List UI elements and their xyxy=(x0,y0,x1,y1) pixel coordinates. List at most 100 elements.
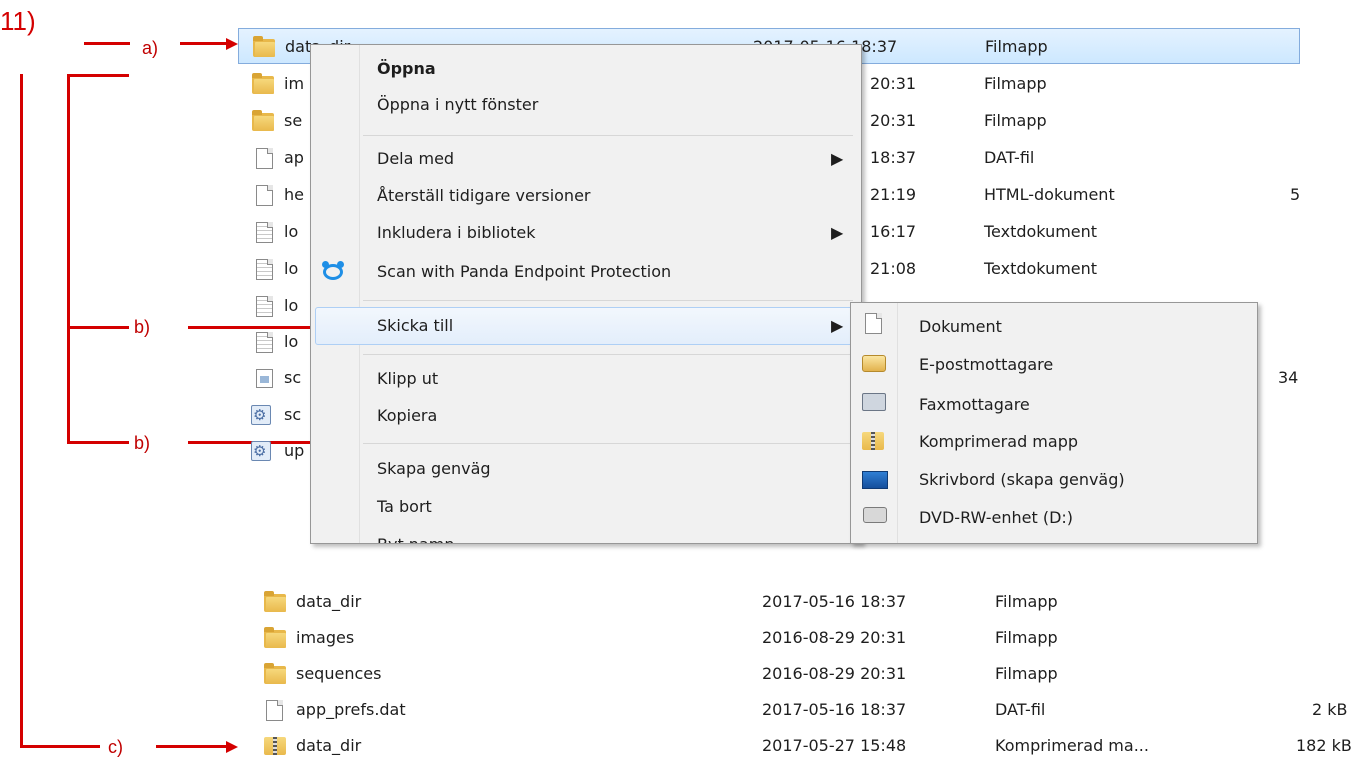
file-name: im xyxy=(284,74,305,93)
folder-icon xyxy=(264,591,286,612)
annotation-line xyxy=(84,42,130,45)
menu-item-open-new-window[interactable]: Öppna i nytt fönster xyxy=(377,87,538,123)
file-name: up xyxy=(284,441,305,460)
file-date: 2017-05-16 18:37 xyxy=(762,592,907,611)
annotation-label-b: b) xyxy=(134,433,151,453)
arrowhead xyxy=(226,741,238,753)
file-icon xyxy=(256,148,273,169)
file-type: Filmapp xyxy=(984,111,1047,130)
send-to-documents[interactable]: Dokument xyxy=(919,309,1002,345)
annotation-label-b: b) xyxy=(134,317,151,337)
file-name: ap xyxy=(284,148,304,167)
file-name: he xyxy=(284,185,304,204)
text-file-icon xyxy=(256,222,273,243)
menu-item-rename[interactable]: Byt namn xyxy=(377,527,454,543)
image-file-icon xyxy=(256,369,273,388)
documents-icon xyxy=(865,313,882,334)
file-size: 34 xyxy=(1278,368,1299,387)
file-name: se xyxy=(284,111,303,130)
file-date: 18:37 xyxy=(870,148,917,167)
menu-item-copy[interactable]: Kopiera xyxy=(377,398,437,434)
panda-icon xyxy=(322,261,344,280)
arrowhead xyxy=(226,38,238,50)
file-type: HTML-dokument xyxy=(984,185,1115,204)
file-name: app_prefs.dat xyxy=(296,700,406,719)
file-type: DAT-fil xyxy=(995,700,1046,719)
send-to-fax-recipient[interactable]: Faxmottagare xyxy=(919,387,1030,423)
desktop-icon xyxy=(862,471,888,489)
folder-icon xyxy=(264,663,286,684)
send-to-mail-recipient[interactable]: E-postmottagare xyxy=(919,347,1053,383)
file-type: Filmapp xyxy=(985,37,1048,56)
file-list-result: data_dir 2017-05-16 18:37 Filmapp images… xyxy=(238,568,1364,765)
send-to-dvd-drive[interactable]: DVD-RW-enhet (D:) xyxy=(919,500,1073,536)
annotation-line xyxy=(67,326,129,329)
file-name: lo xyxy=(284,296,299,315)
file-date: 2017-05-16 18:37 xyxy=(762,700,907,719)
annotation-line xyxy=(67,441,129,444)
file-icon xyxy=(266,700,283,721)
annotation-line xyxy=(67,74,70,444)
file-date: 2017-05-27 15:48 xyxy=(762,736,907,755)
menu-gutter xyxy=(359,45,360,543)
file-type: Filmapp xyxy=(995,628,1058,647)
annotation-arrow-a xyxy=(180,42,226,45)
menu-separator xyxy=(363,354,853,355)
zip-folder-icon xyxy=(862,432,884,450)
annotation-label-a: a) xyxy=(142,38,159,58)
file-date: 16:17 xyxy=(870,222,917,241)
file-name: lo xyxy=(284,222,299,241)
annotation-arrow-c xyxy=(156,745,226,748)
dvd-drive-icon xyxy=(863,507,887,523)
script-file-icon xyxy=(251,397,271,433)
menu-item-cut[interactable]: Klipp ut xyxy=(377,361,438,397)
menu-item-restore-versions[interactable]: Återställ tidigare versioner xyxy=(377,178,591,214)
text-file-icon xyxy=(256,259,273,280)
file-date: 21:19 xyxy=(870,185,917,204)
submenu-arrow-icon: ▶ xyxy=(831,149,844,168)
text-file-icon xyxy=(256,332,273,353)
file-row[interactable]: sequences 2016-08-29 20:31 Filmapp xyxy=(238,656,1364,692)
file-name: lo xyxy=(284,332,299,351)
menu-separator xyxy=(363,443,853,444)
file-row[interactable]: app_prefs.dat 2017-05-16 18:37 DAT-fil 2… xyxy=(238,692,1364,728)
file-type: Komprimerad ma... xyxy=(995,736,1149,755)
file-size: 182 kB xyxy=(1296,736,1352,755)
menu-item-create-shortcut[interactable]: Skapa genväg xyxy=(377,451,491,487)
zip-folder-icon xyxy=(264,737,286,755)
file-row-compressed[interactable]: data_dir 2017-05-27 15:48 Komprimerad ma… xyxy=(238,728,1364,764)
folder-icon xyxy=(264,627,286,648)
menu-item-open[interactable]: Öppna xyxy=(377,51,436,87)
send-to-submenu: Dokument E-postmottagare Faxmottagare Ko… xyxy=(850,302,1258,544)
file-name: data_dir xyxy=(296,736,362,755)
file-name: data_dir xyxy=(296,592,362,611)
context-menu: Öppna Öppna i nytt fönster Dela med ▶ Åt… xyxy=(310,44,862,544)
file-type: Filmapp xyxy=(995,592,1058,611)
menu-item-include-in-library[interactable]: Inkludera i bibliotek xyxy=(377,215,536,251)
file-type: Filmapp xyxy=(984,74,1047,93)
step-label: 11) xyxy=(0,6,36,36)
submenu-arrow-icon: ▶ xyxy=(831,316,844,335)
file-name: sc xyxy=(284,368,302,387)
menu-separator xyxy=(363,135,853,136)
file-icon xyxy=(256,185,273,206)
annotation-line xyxy=(67,74,129,77)
menu-item-share-with[interactable]: Dela med xyxy=(377,141,454,177)
file-type: Textdokument xyxy=(984,259,1098,278)
file-size: 2 kB xyxy=(1312,700,1348,719)
annotation-line xyxy=(20,745,100,748)
text-file-icon xyxy=(256,296,273,317)
send-to-compressed-folder[interactable]: Komprimerad mapp xyxy=(919,424,1078,460)
menu-item-panda-scan[interactable]: Scan with Panda Endpoint Protection xyxy=(377,254,671,290)
folder-icon xyxy=(252,110,274,131)
file-type: DAT-fil xyxy=(984,148,1035,167)
file-name: lo xyxy=(284,259,299,278)
folder-icon xyxy=(252,73,274,94)
menu-item-delete[interactable]: Ta bort xyxy=(377,489,432,525)
file-row[interactable]: data_dir 2017-05-16 18:37 Filmapp xyxy=(238,584,1364,620)
file-row[interactable]: images 2016-08-29 20:31 Filmapp xyxy=(238,620,1364,656)
send-to-desktop[interactable]: Skrivbord (skapa genväg) xyxy=(919,462,1125,498)
menu-item-send-to[interactable]: Skicka till xyxy=(377,308,453,344)
file-type: Textdokument xyxy=(984,222,1098,241)
file-date: 2016-08-29 20:31 xyxy=(762,628,907,647)
